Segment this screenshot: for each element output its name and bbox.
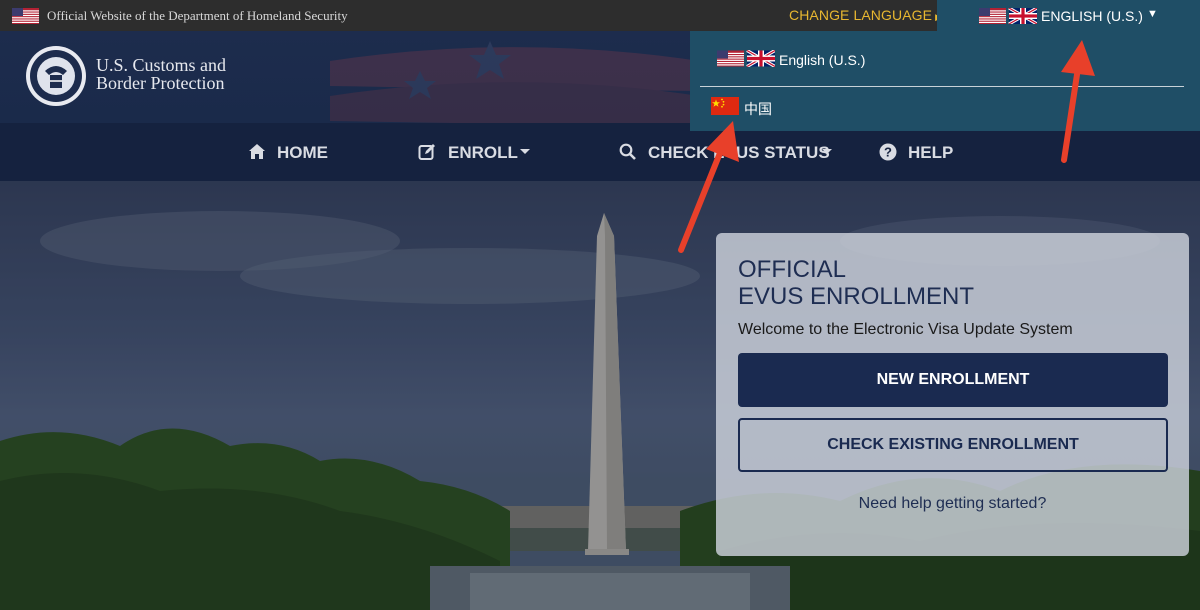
current-language-selector[interactable]: ENGLISH (U.S.) ▼	[937, 0, 1200, 31]
new-enrollment-button[interactable]: NEW ENROLLMENT	[738, 353, 1168, 407]
main-nav: HOME ENROLL CHECK EVUS STATUS ? HELP	[0, 123, 1200, 181]
chevron-down-icon	[822, 149, 832, 154]
help-circle-icon: ?	[879, 143, 897, 161]
agency-name[interactable]: U.S. Customs and Border Protection	[96, 56, 226, 92]
us-flag-icon	[12, 8, 39, 24]
home-icon	[249, 144, 265, 159]
language-dropdown-menu: English (U.S.) 中国	[690, 31, 1200, 131]
caret-down-icon: ▼	[1147, 8, 1158, 20]
nav-help-label: HELP	[908, 143, 954, 162]
chevron-down-icon	[520, 149, 530, 154]
us-uk-flags-icon	[979, 8, 1037, 24]
help-getting-started-link[interactable]: Need help getting started?	[716, 495, 1189, 513]
enrollment-card: OFFICIAL EVUS ENROLLMENT Welcome to the …	[716, 233, 1189, 556]
current-language-label: ENGLISH (U.S.)	[1041, 8, 1143, 24]
nav-enroll-label: ENROLL	[448, 143, 518, 162]
edit-icon	[418, 144, 435, 160]
language-option-english[interactable]: English (U.S.)	[690, 40, 1200, 82]
card-title-line2: EVUS ENROLLMENT	[738, 283, 975, 310]
card-title-line1: OFFICIAL	[738, 256, 847, 283]
dhs-seal-logo	[26, 46, 86, 106]
check-existing-enrollment-button[interactable]: CHECK EXISTING ENROLLMENT	[738, 418, 1168, 472]
svg-text:?: ?	[884, 145, 892, 160]
language-option-chinese[interactable]: 中国	[690, 87, 1200, 129]
language-option-english-label: English (U.S.)	[779, 52, 866, 68]
us-uk-flags-icon	[717, 50, 775, 67]
official-gov-bar: Official Website of the Department of Ho…	[0, 0, 1200, 31]
agency-name-line2: Border Protection	[96, 73, 225, 93]
nav-check-status-label: CHECK EVUS STATUS	[648, 143, 830, 162]
nav-home-label: HOME	[277, 143, 328, 162]
change-language-label: CHANGE LANGUAGE	[789, 7, 933, 23]
search-icon	[619, 143, 636, 160]
official-website-text: Official Website of the Department of Ho…	[47, 8, 348, 23]
china-flag-icon	[711, 97, 739, 115]
agency-name-line1: U.S. Customs and	[96, 55, 227, 75]
card-title: OFFICIAL EVUS ENROLLMENT	[738, 256, 974, 310]
language-option-chinese-label: 中国	[744, 101, 772, 117]
change-language-button[interactable]: CHANGE LANGUAGE▶	[789, 7, 942, 23]
card-subtitle: Welcome to the Electronic Visa Update Sy…	[738, 321, 1073, 338]
